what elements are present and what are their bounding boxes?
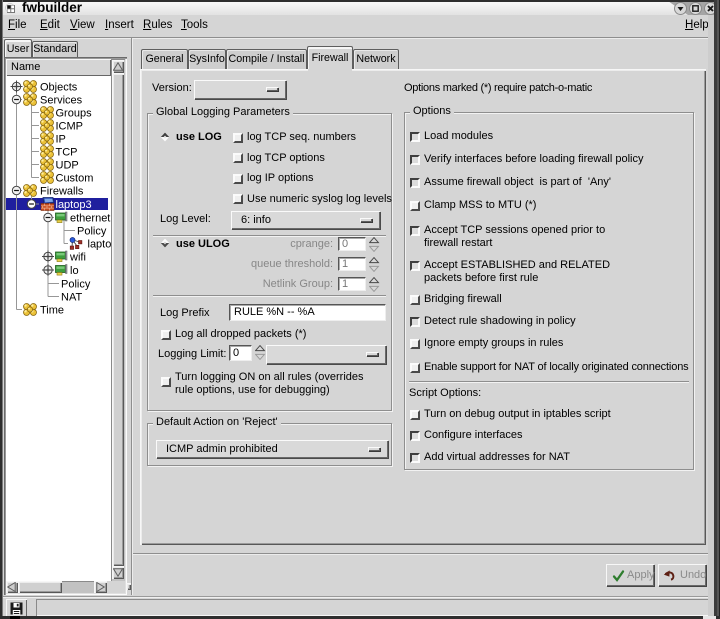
svg-text:Custom: Custom <box>56 173 94 185</box>
svg-text:UDP: UDP <box>56 160 79 172</box>
svg-text:wifi: wifi <box>69 252 86 264</box>
svg-text:IP: IP <box>56 134 66 146</box>
svg-text:Time: Time <box>40 305 64 317</box>
svg-text:TCP: TCP <box>56 147 78 159</box>
svg-text:Policy: Policy <box>77 226 107 238</box>
svg-text:Firewalls: Firewalls <box>40 186 84 198</box>
svg-text:ethernet: ethernet <box>70 213 110 225</box>
svg-text:lo: lo <box>70 265 79 277</box>
svg-text:laptop3: laptop3 <box>56 199 92 211</box>
svg-text:laptop3: laptop3 <box>88 239 112 251</box>
svg-text:Objects: Objects <box>40 82 78 94</box>
svg-text:NAT: NAT <box>61 292 82 304</box>
svg-text:ICMP: ICMP <box>56 121 84 133</box>
svg-text:Groups: Groups <box>56 108 93 120</box>
svg-text:Services: Services <box>40 95 83 107</box>
svg-text:Policy: Policy <box>61 279 91 291</box>
